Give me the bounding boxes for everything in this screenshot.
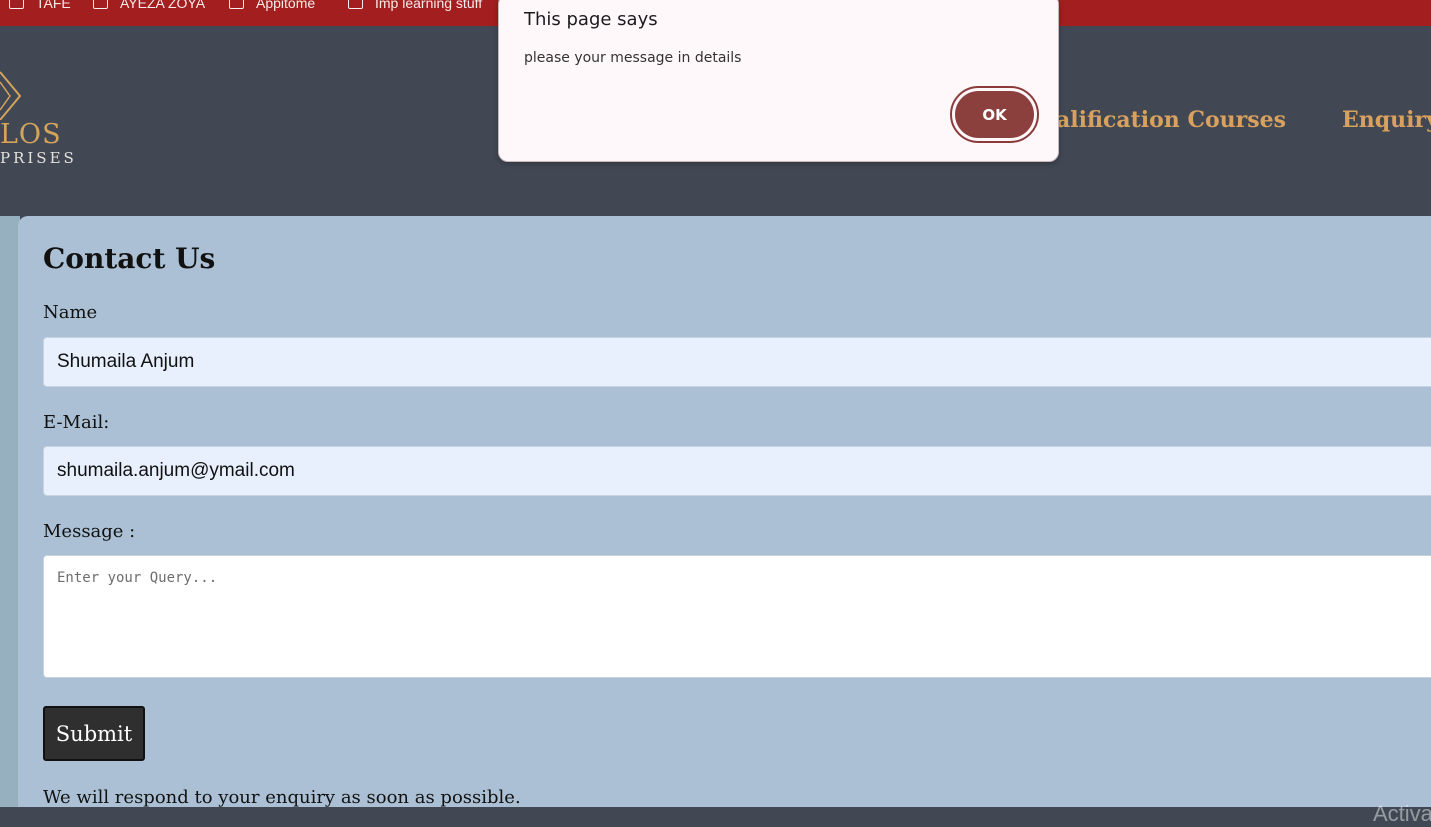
bookmark-label: Appitome — [256, 0, 316, 11]
bookmark-label: AYEZA ZOYA — [120, 0, 206, 11]
bookmark-folder-imp-learning[interactable]: Imp learning stuff — [348, 0, 482, 13]
page-title: Contact Us — [43, 242, 216, 275]
logo-diamond-icon — [0, 71, 22, 120]
email-label: E-Mail: — [43, 412, 110, 433]
dialog-title: This page says — [524, 9, 658, 30]
logo-text: LOS — [0, 119, 62, 150]
bookmark-folder-ayeza-zoya[interactable]: AYEZA ZOYA — [93, 0, 205, 13]
bottom-bar — [0, 807, 1431, 826]
name-field[interactable] — [43, 337, 1431, 387]
folder-icon — [93, 0, 108, 9]
respond-note: We will respond to your enquiry as soon … — [43, 787, 521, 807]
side-strip — [0, 216, 20, 807]
folder-icon — [348, 0, 363, 9]
nav-qualification-courses[interactable]: ualification Courses — [1040, 104, 1286, 136]
message-label: Message : — [43, 521, 136, 542]
folder-icon — [9, 0, 24, 9]
bookmark-folder-appitome[interactable]: Appitome — [229, 0, 315, 13]
bookmark-label: Imp learning stuff — [375, 0, 483, 11]
logo-subtext: PRISES — [0, 149, 77, 167]
ok-button[interactable]: OK — [955, 91, 1034, 138]
alert-dialog: This page says please your message in de… — [498, 0, 1059, 162]
dialog-message: please your message in details — [524, 50, 742, 66]
bookmark-folder-tafe[interactable]: TAFE — [9, 0, 71, 13]
contact-card: Contact Us Name E-Mail: Message : Submit… — [18, 216, 1431, 807]
ok-focus-ring: OK — [950, 86, 1039, 143]
submit-button[interactable]: Submit — [43, 706, 145, 761]
bookmark-label: TAFE — [36, 0, 71, 11]
activation-watermark: Activa — [1373, 801, 1431, 826]
message-field[interactable] — [43, 555, 1431, 678]
name-label: Name — [43, 302, 98, 323]
nav-enquiry[interactable]: Enquiry — [1342, 104, 1431, 136]
folder-icon — [229, 0, 244, 9]
site-logo[interactable]: LOS PRISES — [0, 70, 110, 170]
email-field[interactable] — [43, 446, 1431, 496]
